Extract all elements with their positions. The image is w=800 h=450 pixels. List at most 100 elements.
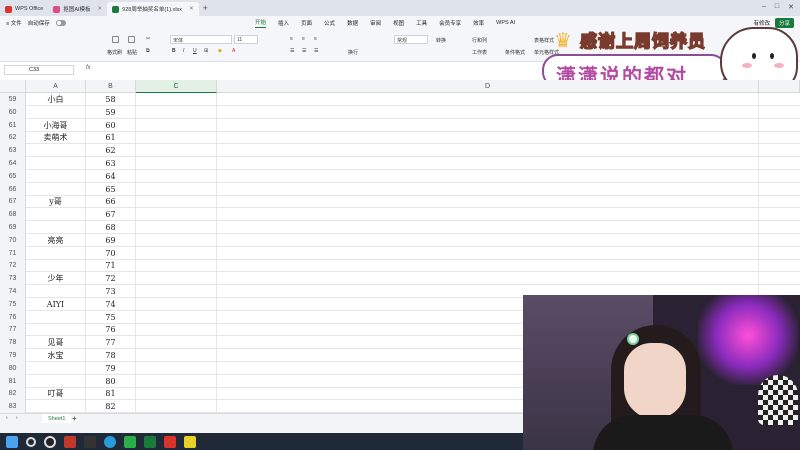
cell-b[interactable]: 82	[86, 400, 136, 413]
ribbon-tab[interactable]: 开始	[255, 18, 267, 28]
row-number[interactable]: 59	[0, 93, 26, 106]
tab-spreadsheet[interactable]: 928周举抽奖名单(1).xlsx ✕	[107, 2, 199, 16]
font-name-select[interactable]: 宋体	[170, 35, 232, 44]
row-number[interactable]: 70	[0, 233, 26, 247]
fill-color-icon[interactable]: ◆	[218, 48, 222, 54]
cell-c[interactable]	[136, 105, 217, 119]
row-number[interactable]: 73	[0, 272, 26, 286]
cell-d[interactable]	[217, 259, 759, 273]
cell-b[interactable]: 69	[86, 233, 136, 247]
cell-d[interactable]	[217, 195, 759, 209]
cell-c[interactable]	[136, 374, 217, 388]
cell-a[interactable]	[26, 400, 86, 413]
column-header-b[interactable]: B	[86, 80, 136, 93]
tab-wps-office[interactable]: WPS Office	[0, 2, 48, 16]
cell-d[interactable]	[217, 272, 759, 286]
cell-a[interactable]	[26, 310, 86, 324]
cell-b[interactable]: 78	[86, 349, 136, 362]
cell-d[interactable]	[217, 93, 759, 106]
cell-a[interactable]: y哥	[26, 195, 86, 209]
row-number[interactable]: 83	[0, 400, 26, 413]
maximize-icon[interactable]: □	[775, 3, 779, 11]
cell-b[interactable]: 66	[86, 195, 136, 209]
cell-a[interactable]: 见哥	[26, 336, 86, 350]
cell-b[interactable]: 65	[86, 182, 136, 196]
row-number[interactable]: 81	[0, 374, 26, 388]
paste-icon[interactable]	[128, 36, 135, 43]
format-painter-label[interactable]: 格式刷	[107, 49, 122, 56]
ribbon-tab[interactable]: WPS AI	[496, 20, 515, 26]
align-right-icon[interactable]: ☰	[314, 48, 318, 54]
row-number[interactable]: 68	[0, 208, 26, 222]
column-header-d[interactable]: D	[217, 80, 759, 93]
cell-c[interactable]	[136, 157, 217, 170]
row-number[interactable]: 62	[0, 131, 26, 145]
cell-c[interactable]	[136, 208, 217, 222]
cell-a[interactable]	[26, 361, 86, 375]
cell-c[interactable]	[136, 233, 217, 247]
cell-c[interactable]	[136, 349, 217, 362]
cell-c[interactable]	[136, 272, 217, 286]
next-sheet-icon[interactable]: ›	[16, 415, 18, 421]
cell-a[interactable]	[26, 323, 86, 337]
cell-c[interactable]	[136, 285, 217, 298]
corner-cell[interactable]	[0, 80, 26, 93]
windows-icon[interactable]	[6, 435, 18, 448]
edge-icon[interactable]	[104, 435, 116, 448]
row-number[interactable]: 63	[0, 144, 26, 158]
spreadsheet-icon[interactable]	[144, 435, 156, 448]
cell-d[interactable]	[217, 131, 759, 145]
cell-b[interactable]: 71	[86, 259, 136, 273]
convert-label[interactable]: 转换	[436, 37, 446, 44]
row-number[interactable]: 71	[0, 246, 26, 260]
cell-c[interactable]	[136, 400, 217, 413]
cell-a[interactable]	[26, 374, 86, 388]
game-icon[interactable]	[64, 435, 76, 448]
obs-icon[interactable]	[44, 435, 56, 448]
cell-c[interactable]	[136, 118, 217, 132]
row-number[interactable]: 79	[0, 349, 26, 362]
ribbon-tab[interactable]: 效率	[473, 19, 484, 27]
cell-a[interactable]	[26, 144, 86, 158]
cell-a[interactable]: 卖萌术	[26, 131, 86, 145]
prev-sheet-icon[interactable]: ‹	[6, 415, 8, 421]
close-window-icon[interactable]: ✕	[788, 3, 794, 11]
row-number[interactable]: 78	[0, 336, 26, 350]
cell-b[interactable]: 61	[86, 131, 136, 145]
minimize-icon[interactable]: –	[762, 3, 766, 11]
cell-b[interactable]: 62	[86, 144, 136, 158]
cell-c[interactable]	[136, 221, 217, 234]
cell-c[interactable]	[136, 131, 217, 145]
cell-c[interactable]	[136, 259, 217, 273]
cloud-status[interactable]: 有修改	[753, 19, 770, 27]
cell-d[interactable]	[217, 169, 759, 183]
ribbon-tab[interactable]: 公式	[324, 19, 335, 27]
cell-b[interactable]: 68	[86, 221, 136, 234]
ribbon-tab[interactable]: 视图	[393, 19, 404, 27]
cell-d[interactable]	[217, 182, 759, 196]
ribbon-tab[interactable]: 页面	[301, 19, 312, 27]
cell-a[interactable]: AIYI	[26, 297, 86, 311]
row-number[interactable]: 80	[0, 361, 26, 375]
row-number[interactable]: 65	[0, 169, 26, 183]
file-menu[interactable]: ≡ 文件	[6, 19, 22, 27]
cell-a[interactable]: 小白	[26, 93, 86, 106]
align-left-icon[interactable]: ☰	[290, 48, 294, 54]
cell-c[interactable]	[136, 387, 217, 401]
chat-icon[interactable]	[184, 435, 196, 448]
fx-icon[interactable]: fx	[86, 65, 91, 71]
column-header-a[interactable]: A	[26, 80, 86, 93]
ribbon-tab[interactable]: 审阅	[370, 19, 381, 27]
align-center-icon[interactable]: ≡	[302, 36, 305, 42]
cell-c[interactable]	[136, 144, 217, 158]
align-mid-icon[interactable]: ☰	[302, 48, 306, 54]
row-number[interactable]: 74	[0, 285, 26, 298]
align-bottom-icon[interactable]: ≡	[314, 36, 317, 42]
cell-c[interactable]	[136, 246, 217, 260]
row-number[interactable]: 66	[0, 182, 26, 196]
cell-c[interactable]	[136, 169, 217, 183]
cell-a[interactable]	[26, 259, 86, 273]
cell-a[interactable]	[26, 285, 86, 298]
cell-a[interactable]: 小海哥	[26, 118, 86, 132]
row-number[interactable]: 64	[0, 157, 26, 170]
